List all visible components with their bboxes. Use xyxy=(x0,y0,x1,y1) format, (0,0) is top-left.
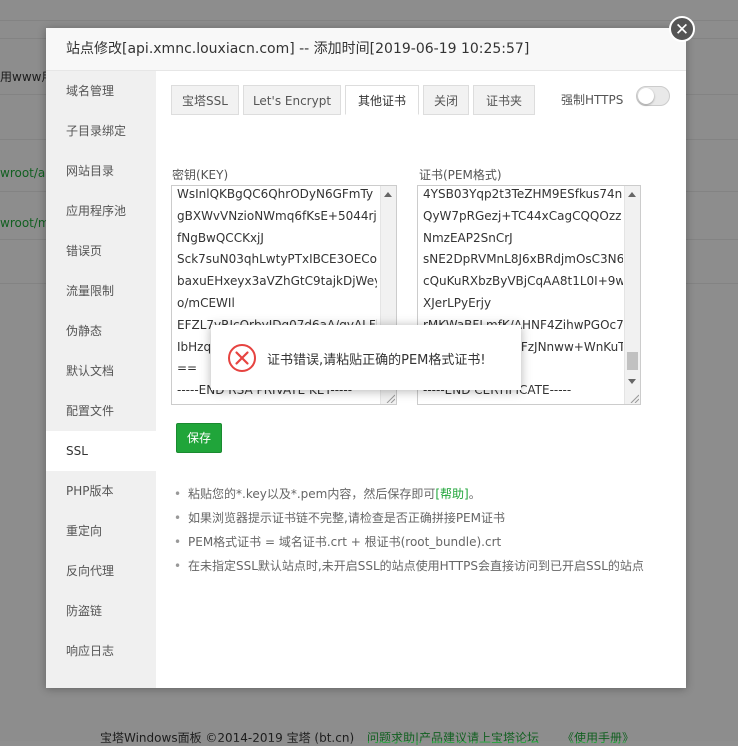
cert-scrollbar[interactable] xyxy=(624,186,640,404)
cert-line: cQuKuRXbzByVBjCqAA8t1L0I+9w xyxy=(423,274,623,289)
cert-line: sNE2DpRVMnL8J6xBRdjmOsC3N6 xyxy=(423,252,623,267)
cert-line: QyW7pRGezj+TC44xCagCQQOzz xyxy=(423,208,622,223)
error-message: 证书错误,请粘贴正确的PEM格式证书! xyxy=(267,353,486,368)
tip-item: 如果浏览器提示证书链不完整,请检查是否正确拼接PEM证书 xyxy=(171,506,681,530)
scroll-thumb[interactable] xyxy=(627,352,638,370)
sidebar-item-domain[interactable]: 域名管理 xyxy=(46,71,156,111)
sidebar-item-php-version[interactable]: PHP版本 xyxy=(46,471,156,511)
sidebar-item-redirect[interactable]: 重定向 xyxy=(46,511,156,551)
key-line: baxuEHxeyx3aVZhGtC9tajkDjWey xyxy=(177,274,377,289)
sidebar-item-default-doc[interactable]: 默认文档 xyxy=(46,351,156,391)
cert-line: NmzEAP2SnCrJ xyxy=(423,230,513,245)
tab-close-ssl[interactable]: 关闭 xyxy=(423,85,469,115)
force-https-toggle[interactable] xyxy=(636,86,670,106)
tip-item: PEM格式证书 = 域名证书.crt + 根证书(root_bundle).cr… xyxy=(171,530,681,554)
tips-list: 粘贴您的*.key以及*.pem内容，然后保存即可[帮助]。 如果浏览器提示证书… xyxy=(171,482,681,578)
sidebar-item-hotlink-protection[interactable]: 防盗链 xyxy=(46,591,156,631)
sidebar-item-traffic-limit[interactable]: 流量限制 xyxy=(46,271,156,311)
tab-cert-folder[interactable]: 证书夹 xyxy=(473,85,535,115)
force-https-label: 强制HTTPS xyxy=(561,93,624,107)
tip-text: 。 xyxy=(468,487,481,501)
sidebar-item-error-page[interactable]: 错误页 xyxy=(46,231,156,271)
tab-lets-encrypt[interactable]: Let's Encrypt xyxy=(243,85,341,115)
error-icon xyxy=(228,344,256,372)
error-popup: 证书错误,请粘贴正确的PEM格式证书! xyxy=(211,325,521,390)
tab-bt-ssl[interactable]: 宝塔SSL xyxy=(171,85,239,115)
dialog-title: 站点修改[api.xmnc.louxiacn.com] -- 添加时间[2019… xyxy=(46,28,686,71)
help-link[interactable]: [帮助] xyxy=(435,487,468,501)
sidebar-item-rewrite[interactable]: 伪静态 xyxy=(46,311,156,351)
resize-grip-icon[interactable] xyxy=(629,393,639,403)
cert-field-label: 证书(PEM格式) xyxy=(419,168,502,182)
dialog-close-button[interactable]: ✕ xyxy=(669,16,695,42)
resize-grip-icon[interactable] xyxy=(385,393,395,403)
dialog-sidebar: 域名管理 子目录绑定 网站目录 应用程序池 错误页 流量限制 伪静态 默认文档 … xyxy=(46,71,156,688)
key-line: WsInlQKBgQC6QhrODyN6GFmTy xyxy=(177,187,374,201)
sidebar-item-reverse-proxy[interactable]: 反向代理 xyxy=(46,551,156,591)
sidebar-item-response-log[interactable]: 响应日志 xyxy=(46,631,156,671)
tip-item: 粘贴您的*.key以及*.pem内容，然后保存即可[帮助]。 xyxy=(171,482,681,506)
sidebar-item-config-file[interactable]: 配置文件 xyxy=(46,391,156,431)
key-field-label: 密钥(KEY) xyxy=(172,168,229,182)
tip-text: 粘贴您的*.key以及*.pem内容，然后保存即可 xyxy=(188,487,436,501)
sidebar-item-subdir-binding[interactable]: 子目录绑定 xyxy=(46,111,156,151)
scroll-down-arrow-icon[interactable] xyxy=(628,379,636,384)
sidebar-item-site-directory[interactable]: 网站目录 xyxy=(46,151,156,191)
sidebar-item-app-pool[interactable]: 应用程序池 xyxy=(46,191,156,231)
key-line: gBXWvVNzioNWmq6fKsE+5044rji xyxy=(177,208,377,223)
tip-item: 在未指定SSL默认站点时,未开启SSL的站点使用HTTPS会直接访问到已开启SS… xyxy=(171,554,681,578)
save-button[interactable]: 保存 xyxy=(176,423,222,453)
key-line: o/mCEWIl xyxy=(177,295,235,310)
toggle-knob xyxy=(638,88,654,104)
key-line: Sck7suN03qhLwtyPTxIBCE3OECoy xyxy=(177,252,377,267)
sidebar-item-ssl[interactable]: SSL xyxy=(46,431,156,471)
key-line: fNgBwQCCKxjJ xyxy=(177,230,264,245)
tab-other-cert[interactable]: 其他证书 xyxy=(345,85,419,115)
scroll-up-arrow-icon[interactable] xyxy=(628,192,636,197)
cert-line: XJerLPyErjy xyxy=(423,295,492,310)
cert-line: 4YSB03Yqp2t3TeZHM9ESfkus74n xyxy=(423,187,623,201)
scroll-up-arrow-icon[interactable] xyxy=(384,192,392,197)
